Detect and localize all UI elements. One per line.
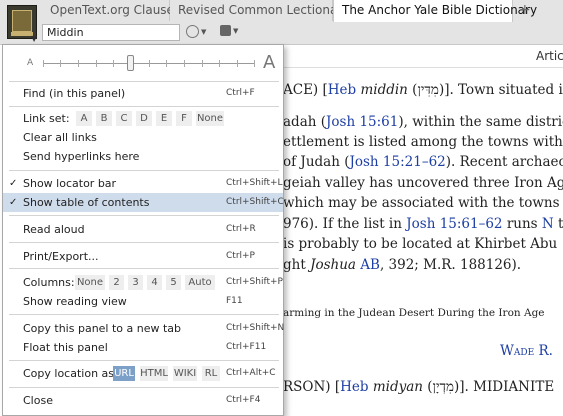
text-size-track[interactable] xyxy=(43,60,255,67)
large-text-icon: A xyxy=(263,52,276,73)
content-line: ght Joshua AB, 392; M.R. 188126). xyxy=(283,257,522,273)
link-set-option-a[interactable]: A xyxy=(76,111,92,126)
copy-location-row: Copy location as: URL HTML WIKI RL Ctrl+… xyxy=(23,366,276,381)
find-menu-item[interactable]: Find (in this panel) Ctrl+F xyxy=(3,84,283,103)
read-aloud-menu-item[interactable]: Read aloud Ctrl+R xyxy=(3,220,283,239)
copy-location-html[interactable]: HTML xyxy=(140,366,168,381)
link-set-icon xyxy=(186,25,199,38)
print-export-menu-item[interactable]: Print/Export... Ctrl+P xyxy=(3,247,283,266)
columns-option-none[interactable]: None xyxy=(75,275,105,290)
link-set-row: Link set: A B C D E F None xyxy=(23,111,224,126)
link-set-option-c[interactable]: C xyxy=(116,111,132,126)
copy-location-url[interactable]: URL xyxy=(113,366,135,381)
copy-location-rl[interactable]: RL xyxy=(202,366,220,381)
clear-all-links-menu-item[interactable]: Clear all links xyxy=(3,128,283,147)
columns-option-2[interactable]: 2 xyxy=(109,275,124,290)
text-size-slider[interactable]: A A xyxy=(3,45,283,77)
checkmark-icon: ✓ xyxy=(9,178,18,189)
tab-anchor-yale-bible-dictionary[interactable]: The Anchor Yale Bible Dictionary xyxy=(333,0,537,22)
content-line: geiah valley has uncovered three Iron Ag… xyxy=(283,175,563,191)
reference-input[interactable]: Middin xyxy=(42,24,180,41)
content-line: 976). If the list in Josh 15:61–62 runs … xyxy=(283,216,563,232)
content-line: ACE) [Heb middin (מִדִּין)]. Town situat… xyxy=(283,82,563,98)
text-size-thumb[interactable] xyxy=(127,55,134,71)
panel-menu: A A Find (in this panel) Ctrl+F Link set:… xyxy=(2,44,284,416)
author-name: Wade R. xyxy=(500,343,553,359)
link-set-option-none[interactable]: None xyxy=(196,111,224,126)
link-set-option-e[interactable]: E xyxy=(156,111,172,126)
content-line: arming in the Judean Desert During the I… xyxy=(283,307,545,319)
content-line: adah (Josh 15:61), within the same distr… xyxy=(283,114,563,130)
content-line: ettlement is listed among the towns with… xyxy=(283,134,563,150)
panel-options-button[interactable]: ▼ xyxy=(220,25,246,41)
scripture-link[interactable]: Josh 15:61 xyxy=(326,114,398,130)
content-line: RSON) [Heb midyan (מִדְיָן)]. MIDIANITE xyxy=(283,379,555,395)
columns-option-3[interactable]: 3 xyxy=(128,275,143,290)
float-panel-menu-item[interactable]: Float this panel Ctrl+F11 xyxy=(3,338,283,357)
copy-panel-to-new-tab-menu-item[interactable]: Copy this panel to a new tab Ctrl+Shift+N xyxy=(3,319,284,338)
show-locator-bar-menu-item[interactable]: ✓ Show locator bar Ctrl+Shift+L xyxy=(3,174,283,193)
send-hyperlinks-menu-item[interactable]: Send hyperlinks here xyxy=(3,147,283,166)
scripture-link[interactable]: Josh 15:61–62 xyxy=(406,216,502,232)
columns-option-4[interactable]: 4 xyxy=(147,275,162,290)
link-set-option-f[interactable]: F xyxy=(176,111,192,126)
columns-option-5[interactable]: 5 xyxy=(166,275,181,290)
article-header-label: Artic xyxy=(536,49,563,63)
tab-revised-common-lectionary[interactable]: Revised Common Lectionary xyxy=(170,0,349,21)
tab-opentext-clauses[interactable]: OpenText.org Clauses xyxy=(42,0,180,21)
small-text-icon: A xyxy=(27,58,34,68)
copy-location-wiki[interactable]: WIKI xyxy=(173,366,197,381)
content-line: which may be associated with the towns o xyxy=(283,195,563,211)
link-set-button[interactable]: ▼ xyxy=(186,25,212,41)
content-line: is probably to be located at Khirbet Abu xyxy=(283,236,558,252)
link-set-option-d[interactable]: D xyxy=(136,111,152,126)
show-table-of-contents-menu-item[interactable]: ✓ Show table of contents Ctrl+Shift+C xyxy=(3,193,284,212)
add-tab-icon[interactable]: + xyxy=(519,3,531,17)
close-menu-item[interactable]: Close Ctrl+F4 xyxy=(3,391,283,410)
columns-option-auto[interactable]: Auto xyxy=(185,275,215,290)
show-reading-view-menu-item[interactable]: Show reading view F11 xyxy=(3,292,283,311)
panel-options-icon xyxy=(220,25,231,36)
checkmark-icon: ✓ xyxy=(9,197,18,208)
scripture-link[interactable]: Josh 15:21–62 xyxy=(349,154,445,170)
chevron-down-icon[interactable]: ▼ xyxy=(31,34,37,43)
columns-row: Columns: None 2 3 4 5 Auto Ctrl+Shift+P xyxy=(23,275,283,290)
link-set-option-b[interactable]: B xyxy=(96,111,112,126)
content-line: of Judah (Josh 15:21–62). Recent archaeo… xyxy=(283,154,563,170)
tab-strip: ▼ OpenText.org Clauses Revised Common Le… xyxy=(0,0,563,45)
